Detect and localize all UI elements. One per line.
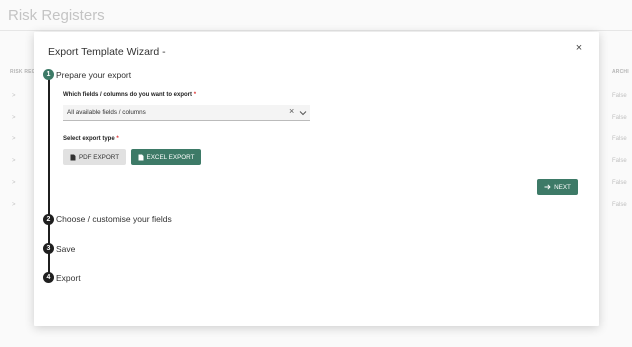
row-archived-value: False [612,202,627,208]
column-header-left: RISK REG [10,69,36,75]
export-wizard-dialog: Export Template Wizard - × 1 Prepare you… [34,32,599,326]
fields-select[interactable]: All available fields / columns × [63,105,310,121]
chevron-down-icon[interactable] [299,109,307,117]
row-expand-icon[interactable]: > [12,202,16,208]
close-icon[interactable]: × [572,41,586,55]
row-expand-icon[interactable]: > [12,180,16,186]
export-type-label: Select export type * [63,136,119,142]
step-1-label[interactable]: Prepare your export [56,70,131,80]
step-1-indicator: 1 [43,69,54,80]
row-archived-value: False [612,158,627,164]
row-expand-icon[interactable]: > [12,93,16,99]
required-mark: * [116,136,119,142]
row-archived-value: False [612,93,627,99]
excel-export-button[interactable]: EXCEL EXPORT [131,149,201,165]
row-archived-value: False [612,115,627,121]
row-archived-value: False [612,180,627,186]
next-button[interactable]: NEXT [537,179,578,195]
step-4-label[interactable]: Export [56,273,81,283]
fields-select-value: All available fields / columns [67,109,146,116]
step-2-label[interactable]: Choose / customise your fields [56,214,172,224]
row-expand-icon[interactable]: > [12,136,16,142]
step-3-label[interactable]: Save [56,244,75,254]
excel-file-icon [138,154,144,160]
row-expand-icon[interactable]: > [12,158,16,164]
row-expand-icon[interactable]: > [12,115,16,121]
dialog-title: Export Template Wizard - [48,46,166,58]
step-2-indicator: 2 [43,214,54,225]
clear-icon[interactable]: × [289,106,294,116]
step-4-indicator: 4 [43,272,54,283]
row-archived-value: False [612,136,627,142]
step-3-indicator: 3 [43,243,54,254]
required-mark: * [193,92,197,98]
pdf-file-icon [70,154,76,160]
fields-select-label: Which fields / columns do you want to ex… [63,92,197,98]
header-divider [0,30,632,31]
page-title: Risk Registers [8,7,105,24]
pdf-export-button[interactable]: PDF EXPORT [63,149,126,165]
column-header-right: ARCHI [612,69,629,75]
arrow-right-icon [544,184,551,190]
